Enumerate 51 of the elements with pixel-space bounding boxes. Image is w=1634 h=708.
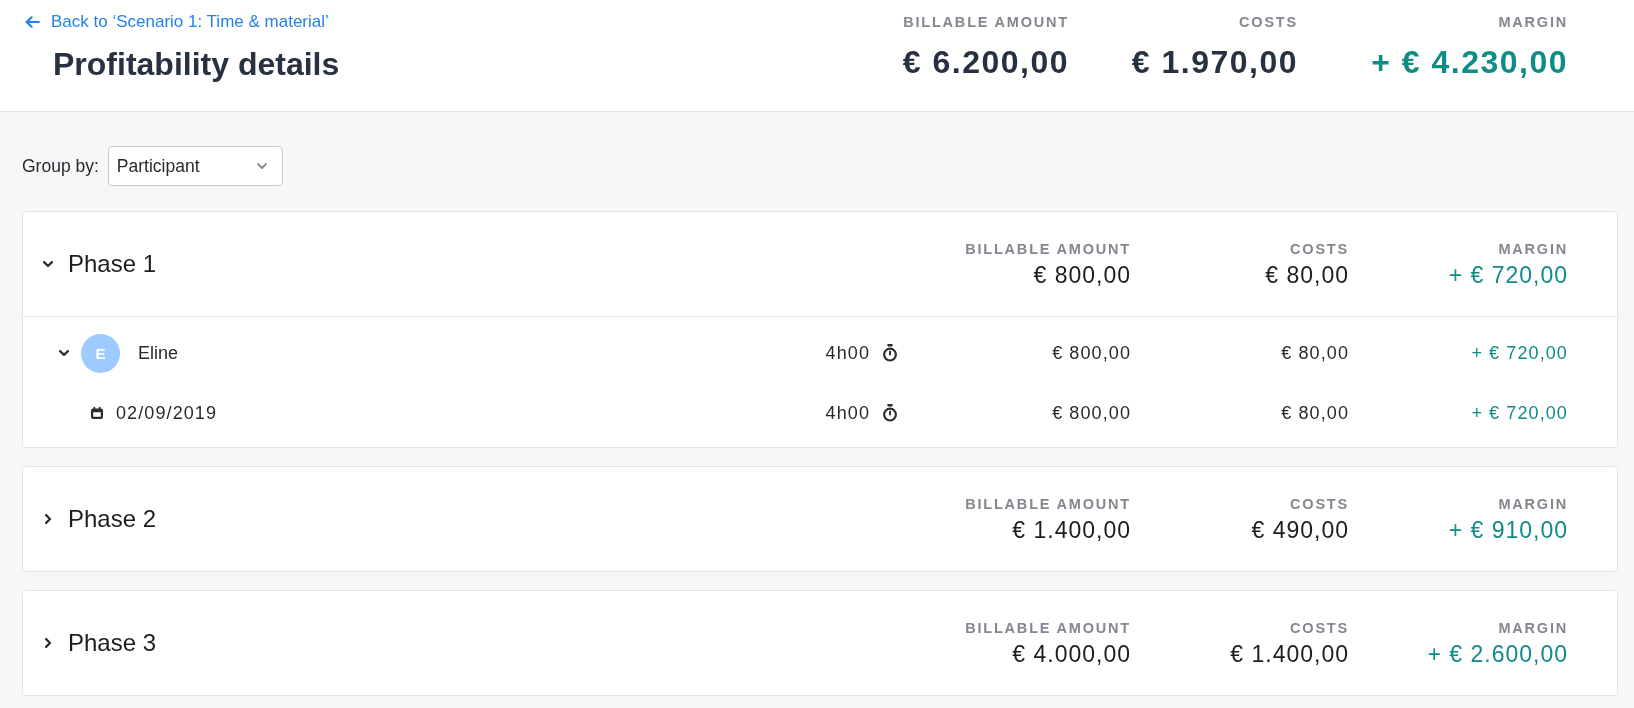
avatar: E <box>81 333 120 373</box>
column-value: € 490,00 <box>1250 515 1349 544</box>
stopwatch-icon <box>882 344 898 362</box>
column-value: + € 2.600,00 <box>1426 639 1568 668</box>
column-value: € 1.400,00 <box>1011 515 1131 544</box>
column-value: + € 910,00 <box>1447 515 1568 544</box>
phase-name: Phase 3 <box>68 629 157 657</box>
participant-name: Eline <box>138 342 179 364</box>
column-value: € 4.000,00 <box>1011 639 1131 668</box>
summary-label: MARGIN <box>1497 13 1568 31</box>
summary-value: € 6.200,00 <box>901 43 1069 82</box>
chevron-right-icon[interactable] <box>45 638 52 648</box>
entry-date: 02/09/2019 <box>116 402 218 424</box>
column-label: MARGIN <box>1497 239 1568 258</box>
billable-amount: € 800,00 <box>1051 402 1131 424</box>
cost-amount: € 80,00 <box>1280 342 1349 364</box>
chevron-down-icon[interactable] <box>43 260 53 268</box>
calendar-icon <box>91 407 103 419</box>
summary-value: + € 4.230,00 <box>1370 43 1568 82</box>
page-title: Profitability details <box>53 45 340 84</box>
chevron-down-icon[interactable] <box>59 349 69 357</box>
column-label: COSTS <box>1289 239 1349 258</box>
arrow-left-icon <box>25 16 40 28</box>
group-by-select[interactable]: Participant <box>107 146 283 186</box>
margin-amount: + € 720,00 <box>1470 342 1568 364</box>
margin-amount: + € 720,00 <box>1470 402 1568 424</box>
column-label: COSTS <box>1289 494 1349 513</box>
cost-amount: € 80,00 <box>1280 402 1349 424</box>
caret-icon <box>256 162 267 170</box>
summary-value: € 1.970,00 <box>1130 43 1298 82</box>
column-value: € 1.400,00 <box>1229 639 1349 668</box>
column-value: € 800,00 <box>1032 260 1131 289</box>
column-label: BILLABLE AMOUNT <box>964 239 1131 258</box>
group-by-label: Group by: <box>22 155 99 177</box>
back-link[interactable]: Back to ‘Scenario 1: Time & material’ <box>25 11 329 33</box>
column-label: MARGIN <box>1497 618 1568 637</box>
summary-label: BILLABLE AMOUNT <box>902 13 1069 31</box>
stopwatch-icon <box>882 404 898 422</box>
column-label: COSTS <box>1289 618 1349 637</box>
summary-label: COSTS <box>1238 13 1298 31</box>
column-label: BILLABLE AMOUNT <box>964 494 1131 513</box>
chevron-right-icon[interactable] <box>45 514 52 524</box>
hours-text: 4h00 <box>825 402 870 424</box>
column-value: + € 720,00 <box>1447 260 1568 289</box>
hours-text: 4h00 <box>825 342 870 364</box>
column-label: MARGIN <box>1497 494 1568 513</box>
billable-amount: € 800,00 <box>1051 342 1131 364</box>
column-label: BILLABLE AMOUNT <box>964 618 1131 637</box>
phase-name: Phase 2 <box>68 505 157 533</box>
column-value: € 80,00 <box>1264 260 1349 289</box>
phase-name: Phase 1 <box>68 250 157 278</box>
